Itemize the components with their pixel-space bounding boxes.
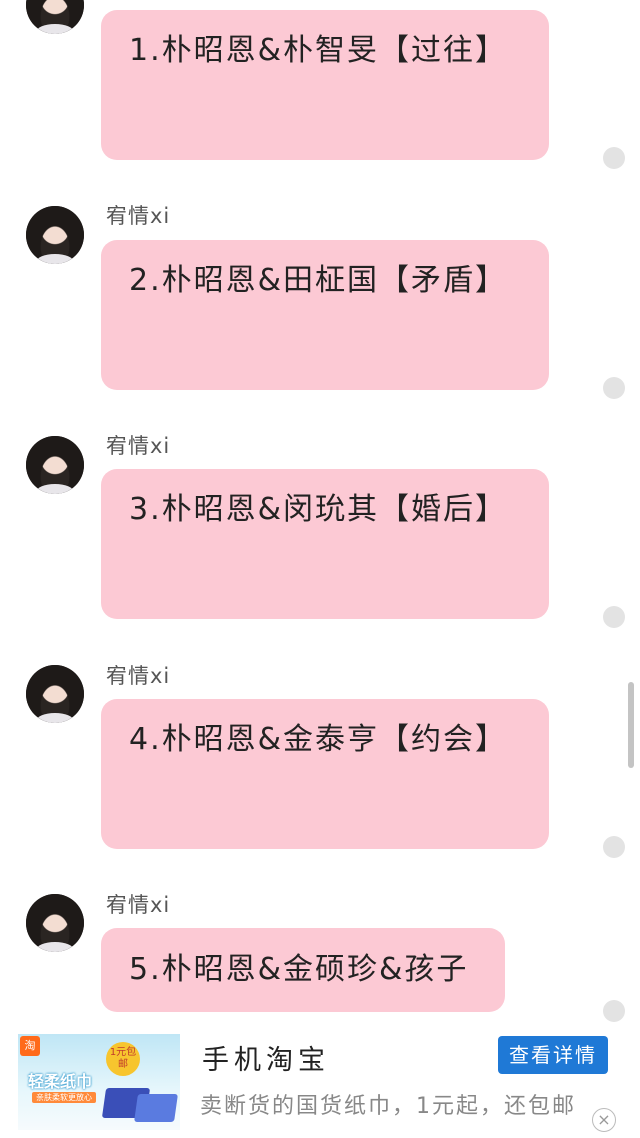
ad-thumbnail-subtitle: 亲肤柔软更放心 [32, 1092, 96, 1103]
avatar[interactable] [26, 894, 84, 952]
avatar[interactable] [26, 665, 84, 723]
taobao-logo-icon: 淘 [20, 1036, 40, 1056]
ad-banner[interactable]: 淘 1元包邮 轻柔纸巾 亲肤柔软更放心 手机淘宝 查看详情 卖断货的国货纸巾，1… [0, 1022, 640, 1138]
message-bubble[interactable]: 3.朴昭恩&闵玧其【婚后】 [101, 469, 549, 619]
sender-name: 宥情xi [106, 893, 171, 917]
ad-title: 手机淘宝 [202, 1045, 330, 1076]
sender-name: 宥情xi [106, 664, 171, 688]
avatar[interactable] [26, 0, 84, 34]
price-badge: 1元包邮 [106, 1042, 140, 1076]
read-status-dot [603, 1000, 625, 1022]
read-status-dot [603, 147, 625, 169]
ad-description: 卖断货的国货纸巾，1元起，还包邮 [200, 1094, 576, 1119]
avatar[interactable] [26, 436, 84, 494]
read-status-dot [603, 836, 625, 858]
message-bubble[interactable]: 2.朴昭恩&田柾国【矛盾】 [101, 240, 549, 390]
ad-thumbnail-title: 轻柔纸巾 [28, 1072, 93, 1091]
message-bubble[interactable]: 4.朴昭恩&金泰亨【约会】 [101, 699, 549, 849]
scrollbar[interactable] [628, 682, 634, 768]
message-text: 1.朴昭恩&朴智旻【过往】 [129, 33, 508, 68]
message-bubble[interactable]: 1.朴昭恩&朴智旻【过往】 [101, 10, 549, 160]
tissue-box-image [134, 1094, 178, 1122]
message-text: 2.朴昭恩&田柾国【矛盾】 [129, 263, 508, 298]
read-status-dot [603, 377, 625, 399]
chat-window: 1.朴昭恩&朴智旻【过往】 宥情xi 2.朴昭恩&田柾国【矛盾】 宥情xi 3.… [0, 0, 640, 1138]
sender-name: 宥情xi [106, 434, 171, 458]
ad-thumbnail[interactable]: 淘 1元包邮 轻柔纸巾 亲肤柔软更放心 [18, 1034, 180, 1130]
message-text: 3.朴昭恩&闵玧其【婚后】 [129, 492, 508, 527]
close-icon[interactable]: × [592, 1108, 616, 1132]
view-details-button[interactable]: 查看详情 [498, 1036, 608, 1074]
sender-name: 宥情xi [106, 204, 171, 228]
message-bubble[interactable]: 5.朴昭恩&金硕珍&孩子 [101, 928, 505, 1012]
avatar[interactable] [26, 206, 84, 264]
read-status-dot [603, 606, 625, 628]
message-text: 4.朴昭恩&金泰亨【约会】 [129, 722, 508, 757]
message-text: 5.朴昭恩&金硕珍&孩子 [129, 952, 469, 987]
